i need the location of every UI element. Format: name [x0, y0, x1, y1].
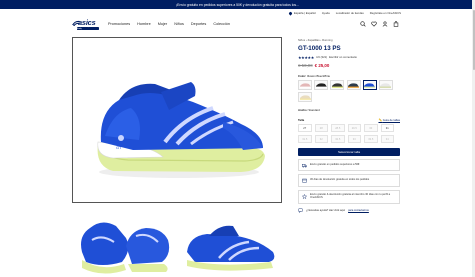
nav-mujer[interactable]: Mujer [158, 22, 168, 26]
help-row: ¿Necesitas ayuda? Haz click aquí para co… [298, 208, 400, 214]
return-icon [302, 179, 307, 183]
select-size-button[interactable]: Seleccionar talla [298, 148, 400, 157]
size-label: Talla [298, 117, 305, 122]
size-option-unavailable[interactable]: 32.5 [331, 135, 345, 144]
nav-coleccion[interactable]: Colección [213, 22, 230, 26]
color-label-value: Illusion Blue/White [307, 73, 331, 78]
size-guide-link[interactable]: 📏 Guía de tallas [378, 118, 400, 122]
heart-icon[interactable] [371, 21, 377, 27]
asics-logo[interactable]: asics sound mind, sound body [72, 18, 102, 32]
main-nav: Promociones Hombre Mujer Niños Deportes … [108, 22, 230, 26]
price-row: € 50,00 € 25,00 [298, 63, 400, 68]
pin-icon [288, 10, 294, 16]
size-option-unavailable[interactable]: 33 [347, 135, 361, 144]
size-option-unavailable[interactable]: 29.5 [347, 124, 361, 133]
product-thumbnail[interactable] [72, 206, 175, 277]
help-text: ¿Necesitas ayuda? Haz click aquí [306, 208, 346, 212]
benefit-text: 30 días de devolución gratuita en todos … [310, 177, 370, 181]
width-label-value[interactable]: Standard [308, 108, 319, 112]
logo-tagline: sound mind, sound body [77, 26, 99, 30]
size-option-unavailable[interactable]: 30 [364, 124, 378, 133]
size-option-unavailable[interactable]: 28.5 [331, 124, 345, 133]
rating-value[interactable]: 4.6 (321) [316, 55, 327, 59]
product-main-image[interactable]: GT [72, 37, 282, 203]
nav-ninos[interactable]: Niños [174, 22, 184, 26]
promo-text: ¡Envío gratuito en pedidos superiores a … [176, 2, 299, 7]
shoe-angle-image [187, 225, 275, 271]
location-selector[interactable]: España | Español [288, 10, 316, 16]
size-option-unavailable[interactable]: 33.5 [364, 135, 378, 144]
size-option-unavailable[interactable]: 32 [314, 135, 328, 144]
color-swatch[interactable] [346, 79, 361, 90]
gift-icon [302, 193, 307, 199]
benefit-member: Envío gratuito & devolución gratuita al … [298, 189, 400, 204]
write-review-link[interactable]: Escribir un comentario [329, 55, 357, 59]
size-header: Talla 📏 Guía de tallas [298, 118, 400, 122]
width-label: Ancho: Standard [298, 108, 400, 112]
product-detail-panel: Niños › Zapatillas › Running GT-1000 13 … [298, 38, 400, 214]
truck-icon [302, 164, 307, 168]
color-swatch[interactable] [298, 91, 312, 102]
register-link[interactable]: Regístrate en OneASICS [370, 11, 401, 15]
size-option[interactable]: 27 [298, 124, 312, 133]
color-label: Color: Illusion Blue/White [298, 74, 400, 78]
shoe-side-view-image: GT [97, 82, 265, 178]
nav-hombre[interactable]: Hombre [137, 22, 151, 26]
color-swatch[interactable] [314, 79, 329, 90]
benefit-text: Envío gratuito en pedidos superiores a 5… [310, 162, 360, 166]
size-option[interactable]: 31 [380, 124, 394, 133]
nav-deportes[interactable]: Deportes [191, 22, 206, 26]
help-link[interactable]: Ayuda [322, 11, 330, 15]
color-swatch[interactable] [378, 79, 393, 90]
product-title: GT-1000 13 PS [298, 45, 341, 52]
product-thumbnail[interactable] [179, 206, 282, 277]
size-option-unavailable[interactable]: 28 [314, 124, 328, 133]
scrollbar-thumb[interactable] [472, 10, 475, 70]
sale-price: € 25,00 [314, 62, 330, 68]
size-option-unavailable[interactable]: 34 [380, 135, 394, 144]
store-locator-link[interactable]: Localizador de tiendas [336, 11, 364, 15]
color-label-key: Color: [298, 73, 307, 78]
svg-text:GT: GT [116, 145, 122, 150]
search-icon[interactable] [360, 21, 366, 27]
location-label: España | Español [293, 11, 316, 15]
color-swatch-selected[interactable] [362, 79, 377, 90]
chat-icon [298, 208, 303, 214]
rating-row: ★★★★★ 4.6 (321) Escribir un comentario [298, 55, 400, 60]
site-header: asics sound mind, sound body Promociones… [0, 17, 475, 33]
width-label-key: Ancho: [298, 107, 308, 112]
header-actions [360, 21, 399, 27]
color-swatches [298, 79, 400, 102]
promo-bar[interactable]: ¡Envío gratuito en pedidos superiores a … [0, 0, 475, 9]
size-guide-label: Guía de tallas [382, 117, 400, 122]
contact-link[interactable]: para contactarnos [348, 209, 369, 212]
benefit-free-returns: 30 días de devolución gratuita en todos … [298, 174, 400, 187]
star-rating-icon[interactable]: ★★★★★ [298, 55, 314, 60]
utility-bar: España | Español Ayuda Localizador de ti… [288, 10, 401, 16]
original-price: € 50,00 [298, 62, 313, 68]
color-swatch[interactable] [330, 79, 345, 90]
shoe-pair-image [81, 222, 170, 274]
size-grid: 27 28 28.5 29.5 30 31 31.5 32 32.5 33 33… [298, 124, 400, 144]
color-swatch[interactable] [298, 79, 312, 90]
benefit-text[interactable]: Envío gratuito & devolución gratuita al … [310, 193, 396, 199]
size-option-unavailable[interactable]: 31.5 [298, 135, 312, 144]
breadcrumb[interactable]: Niños › Zapatillas › Running [298, 38, 400, 42]
benefit-free-shipping: Envío gratuito en pedidos superiores a 5… [298, 159, 400, 172]
nav-promociones[interactable]: Promociones [108, 22, 130, 26]
bag-icon[interactable] [393, 21, 399, 27]
user-icon[interactable] [382, 21, 388, 27]
